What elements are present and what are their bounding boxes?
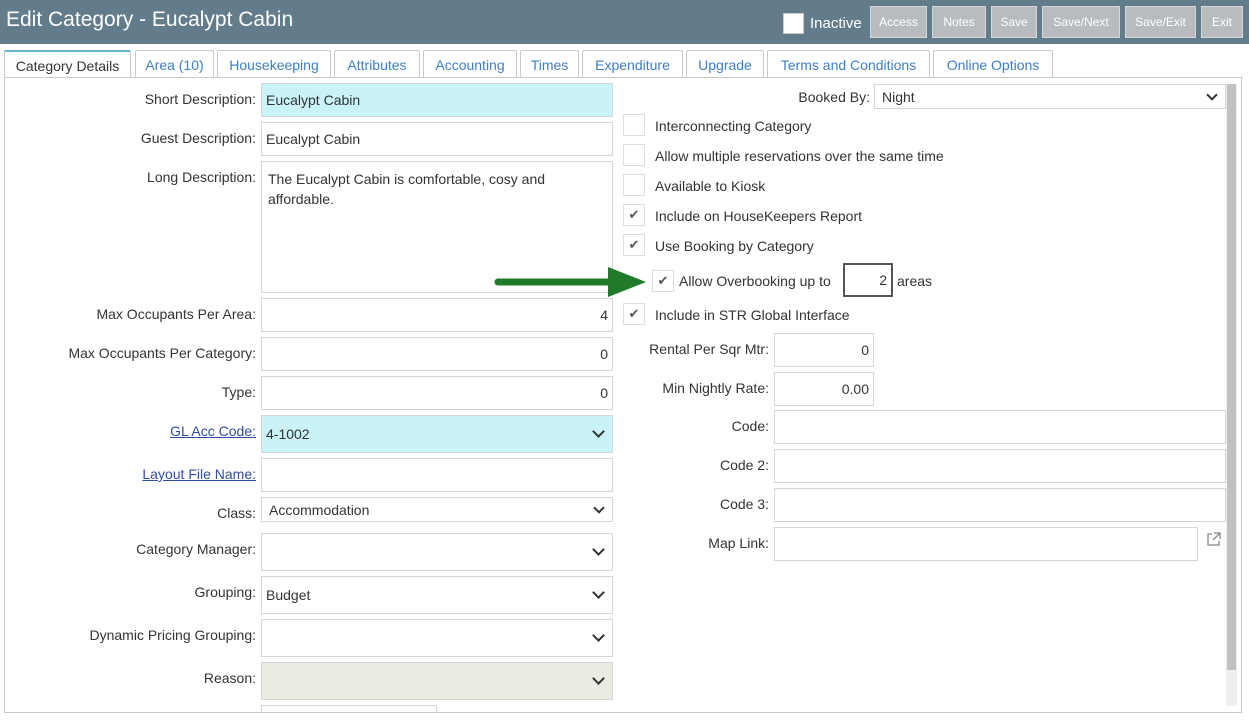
str-global-label: Include in STR Global Interface: [655, 307, 850, 323]
check-icon: ✔: [628, 306, 640, 321]
tab-bar: Category Details Area (10) Housekeeping …: [0, 50, 1249, 79]
kiosk-label: Available to Kiosk: [655, 178, 766, 194]
tab-housekeeping[interactable]: Housekeeping: [217, 50, 331, 78]
scrollbar-thumb[interactable]: [1227, 84, 1236, 670]
chevron-down-icon: [593, 501, 605, 514]
class-value: Accommodation: [269, 501, 370, 518]
code3-input[interactable]: [774, 488, 1226, 522]
check-icon: ✔: [628, 207, 640, 222]
max-occ-cat-input[interactable]: 0: [261, 337, 613, 371]
grouping-value: Budget: [266, 587, 311, 603]
chevron-down-icon: [592, 543, 605, 556]
chevron-down-icon: [592, 672, 605, 685]
code2-input[interactable]: [774, 449, 1226, 483]
grouping-label: Grouping:: [194, 584, 256, 600]
kiosk-checkbox[interactable]: [623, 174, 645, 196]
tab-online-options[interactable]: Online Options: [933, 50, 1053, 78]
cat-manager-label: Category Manager:: [136, 541, 256, 557]
save-next-button[interactable]: Save/Next: [1042, 6, 1120, 38]
exit-button[interactable]: Exit: [1201, 6, 1243, 38]
map-link-input[interactable]: [774, 527, 1198, 561]
partial-field: [261, 705, 437, 713]
reason-select: [261, 662, 613, 700]
code3-label: Code 3:: [719, 496, 769, 512]
type-input[interactable]: 0: [261, 376, 613, 410]
external-link-icon[interactable]: [1206, 532, 1221, 547]
gl-acc-code-select[interactable]: 4-1002: [261, 415, 613, 453]
map-link-label: Map Link:: [708, 535, 769, 551]
class-label: Class:: [217, 505, 256, 521]
min-nightly-label: Min Nightly Rate:: [662, 380, 769, 396]
gl-acc-code-value: 4-1002: [266, 426, 310, 442]
code-label: Code:: [731, 418, 769, 434]
inactive-checkbox[interactable]: [783, 12, 804, 34]
tab-area[interactable]: Area (10): [135, 50, 214, 78]
multi-res-label: Allow multiple reservations over the sam…: [655, 148, 944, 164]
tab-accounting[interactable]: Accounting: [423, 50, 517, 78]
layout-file-link[interactable]: Layout File Name:: [142, 466, 256, 482]
dyn-pricing-select[interactable]: [261, 619, 613, 657]
grouping-select[interactable]: Budget: [261, 576, 613, 614]
chevron-down-icon: [1206, 88, 1218, 101]
chevron-down-icon: [592, 586, 605, 599]
tab-times[interactable]: Times: [520, 50, 579, 78]
max-occ-cat-label: Max Occupants Per Category:: [68, 345, 256, 361]
save-exit-button[interactable]: Save/Exit: [1125, 6, 1196, 38]
tab-expenditure[interactable]: Expenditure: [582, 50, 683, 78]
tab-category-details[interactable]: Category Details: [4, 50, 131, 79]
multi-res-checkbox[interactable]: [623, 144, 645, 166]
interconnecting-label: Interconnecting Category: [655, 118, 812, 134]
rental-sqm-input[interactable]: 0: [774, 333, 874, 367]
str-global-checkbox[interactable]: ✔: [623, 303, 645, 325]
check-icon: ✔: [657, 273, 669, 288]
housekeepers-label: Include on HouseKeepers Report: [655, 208, 863, 224]
layout-file-input[interactable]: [261, 458, 613, 492]
tab-upgrade[interactable]: Upgrade: [686, 50, 764, 78]
overbooking-checkbox[interactable]: ✔: [652, 270, 674, 292]
overbooking-label: Allow Overbooking up to: [679, 273, 831, 289]
inactive-label: Inactive: [810, 14, 862, 32]
booking-by-cat-checkbox[interactable]: ✔: [623, 234, 645, 256]
rental-sqm-label: Rental Per Sqr Mtr:: [649, 341, 769, 357]
inactive-toggle[interactable]: Inactive: [783, 12, 862, 34]
booked-by-label: Booked By:: [798, 89, 870, 105]
code2-label: Code 2:: [719, 457, 769, 473]
save-button[interactable]: Save: [991, 6, 1037, 38]
chevron-down-icon: [592, 425, 605, 438]
page-title: Edit Category - Eucalypt Cabin: [6, 8, 294, 31]
booked-by-select[interactable]: Night: [874, 84, 1226, 109]
min-nightly-input[interactable]: 0.00: [774, 372, 874, 406]
title-bar: Edit Category - Eucalypt Cabin Inactive …: [0, 0, 1249, 44]
short-desc-label: Short Description:: [144, 91, 256, 107]
booked-by-value: Night: [882, 88, 915, 105]
long-desc-label: Long Description:: [147, 169, 256, 185]
guest-desc-label: Guest Description:: [140, 130, 256, 146]
green-arrow-icon: [494, 267, 646, 297]
notes-button[interactable]: Notes: [932, 6, 986, 38]
chevron-down-icon: [592, 629, 605, 642]
type-label: Type:: [221, 384, 256, 400]
tab-terms-conditions[interactable]: Terms and Conditions: [767, 50, 930, 78]
max-occ-area-label: Max Occupants Per Area:: [96, 306, 256, 322]
reason-label: Reason:: [203, 670, 256, 686]
interconnecting-checkbox[interactable]: [623, 114, 645, 136]
overbooking-suffix: areas: [897, 273, 933, 289]
cat-manager-select[interactable]: [261, 533, 613, 571]
booking-by-cat-label: Use Booking by Category: [655, 238, 814, 254]
housekeepers-checkbox[interactable]: ✔: [623, 204, 645, 226]
class-select[interactable]: Accommodation: [261, 497, 613, 522]
access-button[interactable]: Access: [870, 6, 927, 38]
short-desc-input[interactable]: Eucalypt Cabin: [261, 83, 613, 117]
code-input[interactable]: [774, 410, 1226, 444]
check-icon: ✔: [628, 237, 640, 252]
overbooking-input[interactable]: 2: [843, 263, 893, 297]
max-occ-area-input[interactable]: 4: [261, 298, 613, 332]
guest-desc-input[interactable]: Eucalypt Cabin: [261, 122, 613, 156]
dyn-pricing-label: Dynamic Pricing Grouping:: [89, 627, 256, 643]
gl-acc-code-link[interactable]: GL Acc Code:: [170, 423, 256, 439]
tab-attributes[interactable]: Attributes: [334, 50, 420, 78]
